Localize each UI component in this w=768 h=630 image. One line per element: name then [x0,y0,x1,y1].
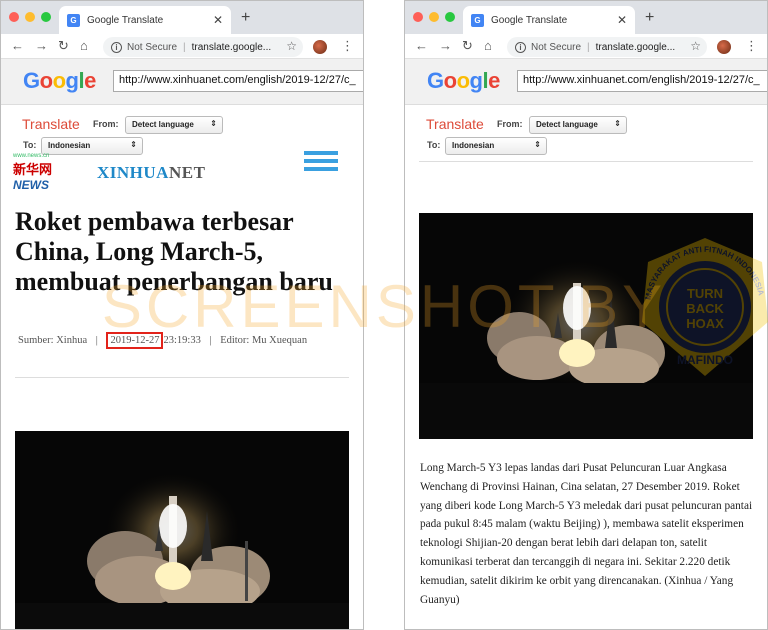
omnibox-separator: | [183,41,186,53]
window-controls [413,12,455,22]
select-arrows-icon: ⇕ [614,119,621,128]
tab-strip: G Google Translate ✕ + [1,1,363,34]
home-icon[interactable]: ⌂ [80,38,88,53]
translate-url-input[interactable]: http://www.xinhuanet.com/english/2019-12… [113,70,363,92]
browser-toolbar: ← → ↻ ⌂ i Not Secure | translate.google.… [405,34,767,59]
rocket-launch-photo [419,213,753,439]
to-language-select[interactable]: Indonesian ⇕ [445,137,547,155]
tab-title: Google Translate [87,14,164,26]
new-tab-icon[interactable]: + [241,9,250,27]
reload-icon[interactable]: ↻ [58,38,69,54]
home-icon[interactable]: ⌂ [484,38,492,53]
translate-title: Translate [426,116,484,132]
highlighted-date: 2019-12-27 [106,332,164,349]
google-translate-url-bar: Google http://www.xinhuanet.com/english/… [1,59,363,105]
from-language-value: Detect language [536,120,598,129]
google-logo[interactable]: Google [23,68,96,94]
google-translate-url-bar: Google http://www.xinhuanet.com/english/… [405,59,767,105]
article-body: Long March-5 Y3 lepas landas dari Pusat … [420,462,753,606]
logo-news-text: NEWS [13,178,49,192]
browser-menu-icon[interactable]: ⋮ [341,38,354,54]
from-language-select[interactable]: Detect language ⇕ [529,116,627,134]
divider [15,377,349,378]
profile-avatar[interactable] [717,40,731,54]
google-translate-favicon-icon: G [471,13,484,27]
select-arrows-icon: ⇕ [210,119,217,128]
divider [419,161,753,162]
address-bar[interactable]: i Not Secure | translate.google... ☆ [507,37,707,57]
new-tab-icon[interactable]: + [645,9,654,27]
article-meta: Sumber: Xinhua | 2019-12-27 23:19:33 | Ed… [18,332,308,349]
omnibox-separator: | [587,41,590,53]
browser-window-right: G Google Translate ✕ + ← → ↻ ⌂ i Not Sec… [404,0,768,630]
security-label: Not Secure [531,41,582,53]
browser-menu-icon[interactable]: ⋮ [745,38,758,54]
browser-toolbar: ← → ↻ ⌂ i Not Secure | translate.google.… [1,34,363,59]
google-translate-favicon-icon: G [67,13,80,27]
article-time: 23:19:33 [163,335,201,346]
translate-controls: Translate From: Detect language ⇕ To: In… [1,105,363,157]
select-arrows-icon: ⇕ [130,140,137,149]
address-url: translate.google... [595,41,676,53]
article-editor: Editor: Mu Xuequan [220,335,308,346]
to-label: To: [427,140,441,150]
tab-strip: G Google Translate ✕ + [405,1,767,34]
xinhuanet-brand[interactable]: XINHUANET [97,163,205,183]
close-window-button[interactable] [9,12,19,22]
tab-title: Google Translate [491,14,568,26]
from-language-value: Detect language [132,120,194,129]
brand-main: XINHUA [97,163,169,182]
google-logo[interactable]: Google [427,68,500,94]
reload-icon[interactable]: ↻ [462,38,473,54]
from-language-select[interactable]: Detect language ⇕ [125,116,223,134]
translate-title: Translate [22,116,80,132]
select-arrows-icon: ⇕ [534,140,541,149]
to-language-value: Indonesian [452,141,495,150]
news-cn-logo[interactable]: www.news.cn 新华网 NEWS [13,153,73,192]
article-headline: Roket pembawa terbesar China, Long March… [15,207,333,296]
close-tab-icon[interactable]: ✕ [617,13,627,27]
article-source: Sumber: Xinhua [18,335,88,346]
info-icon[interactable]: i [515,41,526,53]
brand-suffix: NET [168,163,206,182]
translate-url-input[interactable]: http://www.xinhuanet.com/english/2019-12… [517,70,767,92]
close-tab-icon[interactable]: ✕ [213,13,223,27]
minimize-window-button[interactable] [429,12,439,22]
maximize-window-button[interactable] [445,12,455,22]
back-icon[interactable]: ← [415,38,428,53]
from-label: From: [93,119,119,129]
maximize-window-button[interactable] [41,12,51,22]
security-label: Not Secure [127,41,178,53]
browser-window-left: G Google Translate ✕ + ← → ↻ ⌂ i Not Sec… [0,0,364,630]
bookmark-star-icon[interactable]: ☆ [286,39,297,53]
info-icon[interactable]: i [111,41,122,53]
back-icon[interactable]: ← [11,38,24,53]
hamburger-menu-icon[interactable] [304,151,338,171]
window-controls [9,12,51,22]
profile-avatar[interactable] [313,40,327,54]
forward-icon[interactable]: → [439,38,452,53]
browser-tab[interactable]: G Google Translate ✕ [59,6,231,34]
browser-tab[interactable]: G Google Translate ✕ [463,6,635,34]
address-bar[interactable]: i Not Secure | translate.google... ☆ [103,37,303,57]
screenshot-stage: G Google Translate ✕ + ← → ↻ ⌂ i Not Sec… [0,0,768,630]
from-label: From: [497,119,523,129]
translate-controls: Translate From: Detect language ⇕ To: In… [405,105,767,157]
forward-icon[interactable]: → [35,38,48,53]
to-label: To: [23,140,37,150]
rocket-launch-photo [15,431,349,629]
address-url: translate.google... [191,41,272,53]
close-window-button[interactable] [413,12,423,22]
logo-chinese-text: 新华网 [13,162,53,177]
minimize-window-button[interactable] [25,12,35,22]
bookmark-star-icon[interactable]: ☆ [690,39,701,53]
to-language-value: Indonesian [48,141,91,150]
